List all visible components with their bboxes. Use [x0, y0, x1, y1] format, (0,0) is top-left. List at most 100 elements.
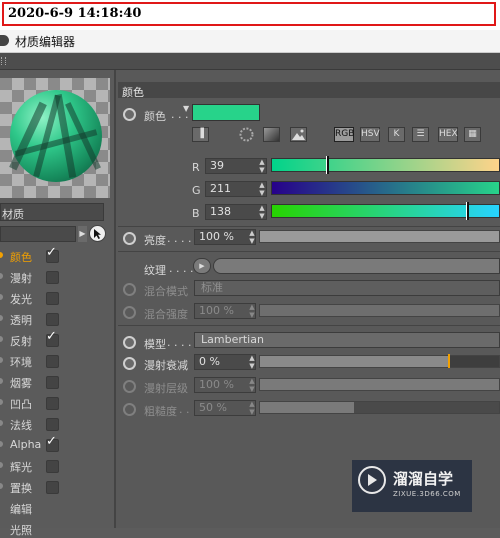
- mixer-icon[interactable]: ☰: [412, 127, 429, 142]
- channel-item-reflectance[interactable]: 反射 ✓: [0, 329, 70, 349]
- blend-mode-label: 混合模式: [144, 285, 188, 298]
- channel-item-diffuse[interactable]: 漫射: [0, 268, 70, 286]
- r-slider-handle[interactable]: [326, 156, 329, 174]
- channel-indicator: [0, 483, 3, 489]
- diffuse-level-field[interactable]: 100 %: [194, 377, 256, 393]
- roughness-field[interactable]: 50 %: [194, 400, 256, 416]
- channel-checkbox[interactable]: [46, 418, 59, 431]
- section-title: 颜色: [122, 86, 144, 99]
- texture-slot[interactable]: [213, 258, 500, 274]
- brightness-field[interactable]: 100 %: [194, 229, 256, 245]
- channel-label: Alpha: [10, 438, 42, 451]
- g-value: 211: [210, 182, 231, 195]
- roughness-radio[interactable]: [123, 403, 136, 416]
- channel-item-transparency[interactable]: 透明: [0, 310, 70, 328]
- channel-label: 烟雾: [10, 377, 32, 390]
- channel-checkbox[interactable]: [46, 355, 59, 368]
- channel-item-luminance[interactable]: 发光: [0, 289, 70, 307]
- brightness-label: 亮度: [144, 234, 166, 247]
- texture-arrow-icon[interactable]: ▶: [193, 258, 211, 274]
- grip-icon[interactable]: [1, 57, 6, 65]
- channel-checkbox[interactable]: [46, 271, 59, 284]
- channel-item-editor[interactable]: 编辑: [0, 499, 70, 517]
- diffuse-level-radio[interactable]: [123, 380, 136, 393]
- roughness-slider[interactable]: [259, 401, 500, 414]
- channel-label: 反射: [10, 335, 32, 348]
- watermark-url: ZIXUE.3D66.COM: [393, 490, 461, 498]
- diffuse-falloff-label: 漫射衰减: [144, 359, 188, 372]
- arrow-right-icon[interactable]: ▶: [78, 226, 87, 242]
- triangle-down-icon[interactable]: ▼: [183, 104, 189, 113]
- model-radio[interactable]: [123, 336, 136, 349]
- grid-icon[interactable]: ▦: [464, 127, 481, 142]
- brightness-radio[interactable]: [123, 232, 136, 245]
- diffuse-falloff-field[interactable]: 0 %: [194, 354, 256, 370]
- channel-item-illumination[interactable]: 光照: [0, 520, 70, 538]
- channel-item-color[interactable]: 颜色 ✓: [0, 245, 70, 265]
- spin-arrows-icon[interactable]: ▲ ▼: [258, 204, 266, 220]
- channel-label: 环境: [10, 356, 32, 369]
- picker-button[interactable]: [89, 225, 106, 242]
- brightness-dots: . . . .: [167, 232, 192, 245]
- checkmark-icon: ✓: [46, 329, 57, 344]
- diffuse-level-label: 漫射层级: [144, 382, 188, 395]
- mode-hsv-button[interactable]: HSV: [360, 127, 380, 142]
- blend-mode-radio[interactable]: [123, 283, 136, 296]
- model-select[interactable]: Lambertian: [194, 332, 500, 348]
- material-name: 材质: [2, 208, 24, 221]
- g-gradient-slider[interactable]: [271, 181, 500, 195]
- spin-arrows-icon[interactable]: ▲ ▼: [248, 229, 256, 245]
- spin-arrows-icon[interactable]: ▲ ▼: [248, 377, 256, 393]
- spin-arrows-icon[interactable]: ▲ ▼: [248, 354, 256, 370]
- separator: [118, 226, 500, 227]
- b-slider-handle[interactable]: [466, 202, 469, 220]
- channel-checkbox[interactable]: [46, 460, 59, 473]
- diffuse-falloff-slider-fill: [260, 356, 449, 367]
- blend-strength-field[interactable]: 100 %: [194, 303, 256, 319]
- channel-item-alpha[interactable]: Alpha ✓: [0, 434, 70, 454]
- channel-checkbox[interactable]: [46, 292, 59, 305]
- channel-item-fog[interactable]: 烟雾: [0, 373, 70, 391]
- channel-indicator: [0, 357, 3, 363]
- blend-strength-slider[interactable]: [259, 304, 500, 317]
- r-label: R: [192, 161, 200, 174]
- roughness-dots: . . . .: [172, 403, 197, 416]
- diffuse-falloff-radio[interactable]: [123, 357, 136, 370]
- mode-hex-button[interactable]: HEX: [438, 127, 458, 142]
- model-label: 模型: [144, 338, 166, 351]
- channel-item-environment[interactable]: 环境: [0, 352, 70, 370]
- channel-checkbox[interactable]: [46, 313, 59, 326]
- mode-kelvin-button[interactable]: K: [388, 127, 405, 142]
- channel-item-normal[interactable]: 法线: [0, 415, 70, 433]
- blend-mode-select[interactable]: 标准: [194, 280, 500, 296]
- material-search-input[interactable]: [0, 226, 76, 242]
- brightness-slider[interactable]: [259, 230, 500, 243]
- color-radio[interactable]: [123, 108, 136, 121]
- blend-strength-radio[interactable]: [123, 306, 136, 319]
- channel-indicator: [0, 336, 3, 342]
- spin-arrows-icon[interactable]: ▲ ▼: [258, 158, 266, 174]
- spin-arrows-icon[interactable]: ▲ ▼: [248, 400, 256, 416]
- channel-checkbox[interactable]: [46, 376, 59, 389]
- channel-item-displacement[interactable]: 置换: [0, 478, 70, 496]
- color-wheel-icon[interactable]: [238, 127, 255, 142]
- channel-item-bump[interactable]: 凹凸: [0, 394, 70, 412]
- channel-indicator: [0, 294, 3, 300]
- spin-arrows-icon[interactable]: ▲ ▼: [248, 303, 256, 319]
- diffuse-level-slider[interactable]: [259, 378, 500, 391]
- diffuse-falloff-slider[interactable]: [259, 355, 500, 368]
- material-preview[interactable]: [0, 78, 110, 198]
- r-gradient-slider[interactable]: [271, 158, 500, 172]
- image-icon[interactable]: [290, 127, 307, 142]
- channel-item-glow[interactable]: 辉光: [0, 457, 70, 475]
- channel-checkbox[interactable]: [46, 397, 59, 410]
- texture-dots: . . . .: [169, 262, 194, 275]
- spectrum-icon[interactable]: ▐: [192, 127, 209, 142]
- roughness-slider-fill: [260, 402, 354, 413]
- spin-arrows-icon[interactable]: ▲ ▼: [258, 181, 266, 197]
- color-swatch[interactable]: [192, 104, 260, 121]
- mode-rgb-button[interactable]: RGB: [334, 127, 354, 142]
- model-value: Lambertian: [201, 333, 264, 346]
- channel-checkbox[interactable]: [46, 481, 59, 494]
- gradient-icon[interactable]: [263, 127, 280, 142]
